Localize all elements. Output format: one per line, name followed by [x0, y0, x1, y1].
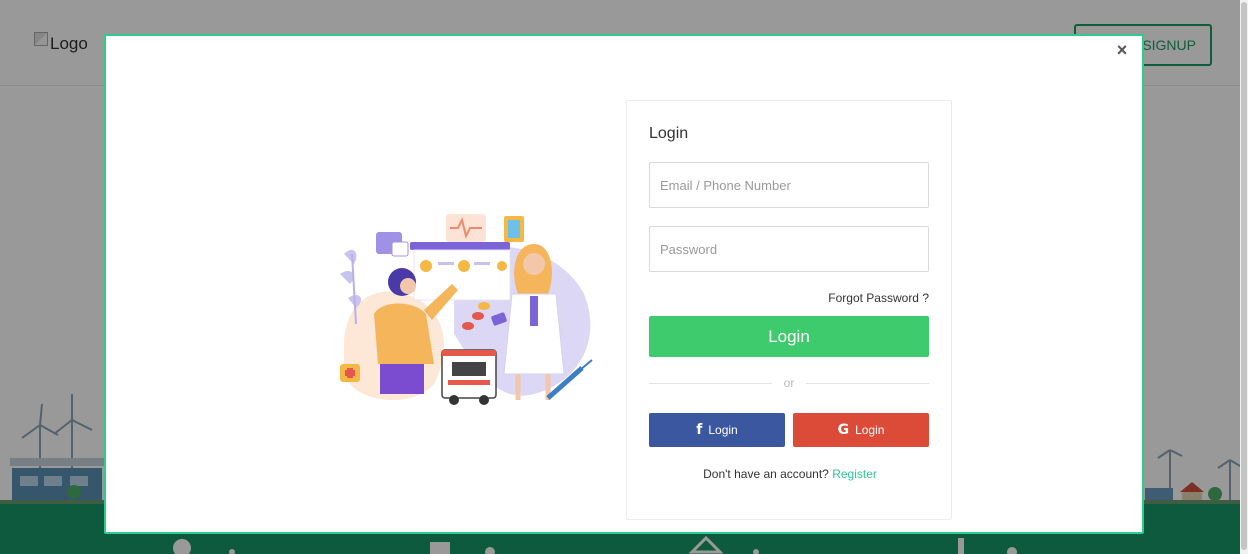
facebook-icon: f [696, 422, 703, 438]
register-link[interactable]: Register [832, 467, 877, 481]
close-icon[interactable]: × [1112, 40, 1132, 60]
register-prompt: Don't have an account? [703, 467, 829, 481]
google-login-button[interactable]: G Login [793, 413, 929, 447]
google-icon: G [837, 422, 850, 438]
login-card: Login Forgot Password ? Login or f Login… [626, 100, 952, 520]
scrollbar-thumb[interactable] [1241, 2, 1247, 550]
password-input[interactable] [649, 226, 929, 272]
divider-text: or [783, 376, 795, 390]
login-submit-button[interactable]: Login [649, 316, 929, 357]
facebook-login-label: Login [708, 423, 738, 437]
or-divider: or [649, 375, 930, 391]
login-title: Login [649, 125, 689, 142]
page-scrollbar[interactable] [1240, 0, 1248, 554]
facebook-login-button[interactable]: f Login [649, 413, 785, 447]
forgot-password-link[interactable]: Forgot Password ? [828, 291, 929, 305]
doctor-patient-illustration [340, 214, 593, 405]
register-row: Don't have an account? Register [627, 467, 953, 481]
email-phone-input[interactable] [649, 162, 929, 208]
login-modal: × Login Email / Phone Number Forgot Pass… [104, 34, 1144, 534]
divider-line-right [806, 382, 930, 384]
divider-line-left [649, 382, 772, 384]
google-login-label: Login [855, 423, 885, 437]
